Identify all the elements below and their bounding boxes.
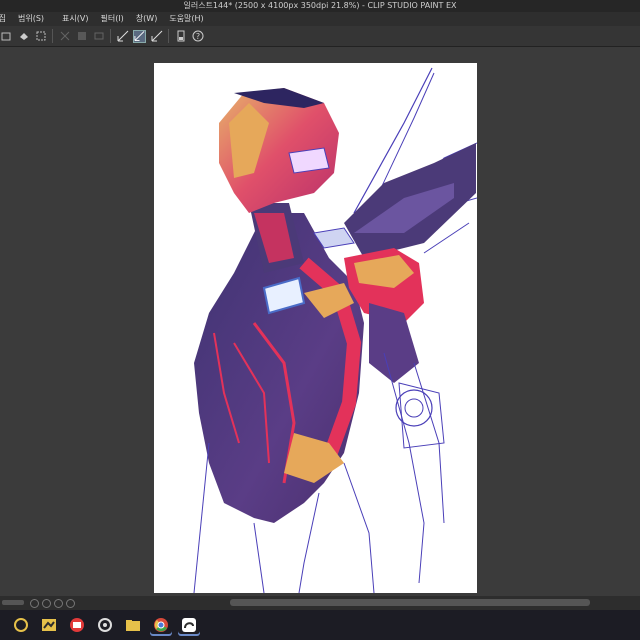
cortex-icon[interactable] — [10, 614, 32, 636]
svg-text:?: ? — [195, 32, 199, 41]
deselect-icon[interactable] — [92, 30, 105, 43]
clip-studio-paint-icon[interactable] — [178, 614, 200, 636]
clip-studio-icon[interactable] — [38, 614, 60, 636]
menu-filter[interactable]: 필터(I) — [94, 12, 129, 26]
toolbar-divider — [168, 29, 169, 43]
help-icon[interactable]: ? — [191, 30, 204, 43]
file-explorer-icon[interactable] — [122, 614, 144, 636]
special-ruler-icon[interactable] — [133, 29, 146, 43]
taskbar — [0, 610, 640, 640]
zoom-in-icon[interactable] — [42, 598, 51, 608]
zoom-out-icon[interactable] — [30, 598, 39, 608]
title-bar: 일러스트144* (2500 x 4100px 350dpi 21.8%) - … — [0, 0, 640, 12]
menu-edit[interactable]: 편집 — [0, 12, 12, 26]
menu-view[interactable]: 표시(V) — [56, 12, 94, 26]
menu-bar: 편집 범위(S) 표시(V) 필터(I) 창(W) 도움말(H) — [0, 12, 640, 26]
horizontal-scrollbar[interactable] — [230, 599, 590, 606]
command-bar: ? — [0, 26, 640, 47]
creative-cloud-icon[interactable] — [94, 614, 116, 636]
layer-property-icon[interactable] — [174, 30, 187, 43]
menu-help[interactable]: 도움말(H) — [163, 12, 209, 26]
canvas-workspace[interactable] — [0, 47, 640, 596]
illustration-artwork — [193, 67, 477, 593]
video-app-icon[interactable] — [66, 614, 88, 636]
zoom-slider[interactable] — [2, 600, 24, 605]
menu-window[interactable]: 창(W) — [130, 12, 164, 26]
canvas-paper[interactable] — [154, 63, 477, 593]
ruler-snap-icon[interactable] — [116, 30, 129, 43]
fill-icon[interactable] — [17, 30, 30, 43]
toolbar-divider — [52, 29, 53, 43]
layer-icon[interactable] — [0, 30, 13, 43]
transform-icon[interactable] — [34, 30, 47, 43]
toolbar-divider — [110, 29, 111, 43]
reset-view-icon[interactable] — [66, 598, 75, 608]
menu-select[interactable]: 범위(S) — [12, 12, 50, 26]
window-title: 일러스트144* (2500 x 4100px 350dpi 21.8%) - … — [183, 1, 457, 10]
grid-snap-icon[interactable] — [150, 30, 163, 43]
fill-selection-icon[interactable] — [75, 30, 88, 43]
clear-icon[interactable] — [58, 30, 71, 43]
chrome-icon[interactable] — [150, 614, 172, 636]
rotate-icon[interactable] — [54, 598, 63, 608]
status-bar — [0, 596, 640, 610]
